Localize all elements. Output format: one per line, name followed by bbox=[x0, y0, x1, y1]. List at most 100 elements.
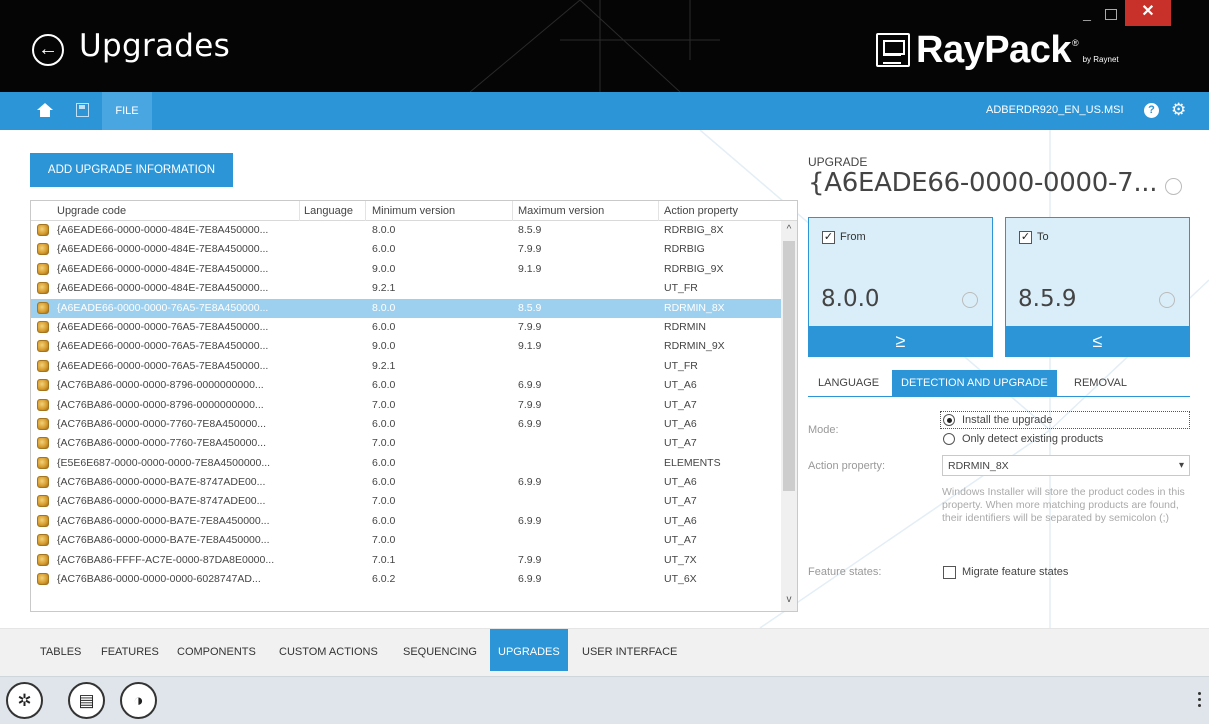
brand-by: by Raynet bbox=[1082, 54, 1119, 64]
cell-minimum-version: 8.0.0 bbox=[372, 301, 396, 314]
table-row[interactable]: {A6EADE66-0000-0000-484E-7E8A450000... 9.… bbox=[31, 260, 781, 279]
upgrade-package-icon bbox=[37, 301, 49, 314]
close-button[interactable]: ✕ bbox=[1125, 0, 1171, 26]
table-row[interactable]: {A6EADE66-0000-0000-484E-7E8A450000... 9.… bbox=[31, 279, 781, 298]
column-header-minimum-version[interactable]: Minimum version bbox=[372, 205, 455, 217]
cell-upgrade-code: {A6EADE66-0000-0000-76A5-7E8A450000... bbox=[57, 359, 269, 372]
tab-sequencing[interactable]: SEQUENCING bbox=[403, 629, 477, 669]
cell-maximum-version: 7.9.9 bbox=[518, 398, 542, 411]
upgrade-package-icon bbox=[37, 573, 49, 586]
minimize-button[interactable]: _ bbox=[1077, 4, 1097, 24]
chevron-down-icon: ▾ bbox=[1178, 460, 1184, 471]
table-header: Upgrade code Language Minimum version Ma… bbox=[31, 201, 797, 221]
column-header-upgrade-code[interactable]: Upgrade code bbox=[57, 205, 126, 217]
table-row[interactable]: {A6EADE66-0000-0000-76A5-7E8A450000... 6.… bbox=[31, 318, 781, 337]
cell-upgrade-code: {A6EADE66-0000-0000-76A5-7E8A450000... bbox=[57, 320, 269, 333]
table-icon[interactable]: ▤ bbox=[68, 682, 105, 719]
cell-maximum-version: 7.9.9 bbox=[518, 243, 542, 256]
vertical-scrollbar[interactable]: ^ v bbox=[781, 221, 797, 611]
action-property-select[interactable]: RDRMIN_8X ▾ bbox=[942, 455, 1190, 476]
migrate-feature-states-checkbox[interactable] bbox=[943, 566, 956, 579]
table-row[interactable]: {AC76BA86-0000-0000-7760-7E8A450000... 6.… bbox=[31, 415, 781, 434]
cell-action-property: UT_A7 bbox=[664, 534, 697, 547]
cell-action-property: UT_A7 bbox=[664, 495, 697, 508]
tab-components[interactable]: COMPONENTS bbox=[177, 629, 256, 669]
to-label: To bbox=[1037, 231, 1049, 243]
edit-icon[interactable] bbox=[1159, 292, 1175, 308]
cell-minimum-version: 6.0.0 bbox=[372, 514, 396, 527]
table-row[interactable]: {A6EADE66-0000-0000-484E-7E8A450000... 8.… bbox=[31, 221, 781, 240]
upgrade-package-icon bbox=[37, 553, 49, 566]
package-icon[interactable]: ◑ bbox=[120, 682, 157, 719]
cell-minimum-version: 9.0.0 bbox=[372, 262, 396, 275]
table-row[interactable]: {A6EADE66-0000-0000-76A5-7E8A450000... 9.… bbox=[31, 337, 781, 356]
table-row[interactable]: {E5E6E687-0000-0000-0000-7E8A4500000... 6… bbox=[31, 454, 781, 473]
tab-custom-actions[interactable]: CUSTOM ACTIONS bbox=[279, 629, 378, 669]
column-header-action-property[interactable]: Action property bbox=[664, 205, 738, 217]
file-tab[interactable]: FILE bbox=[102, 92, 152, 130]
tab-upgrades[interactable]: UPGRADES bbox=[490, 629, 568, 671]
radio-install-upgrade[interactable] bbox=[943, 414, 955, 426]
cell-upgrade-code: {AC76BA86-0000-0000-8796-0000000000... bbox=[57, 398, 264, 411]
upgrade-package-icon bbox=[37, 514, 49, 527]
home-icon[interactable] bbox=[37, 103, 53, 118]
cell-upgrade-code: {A6EADE66-0000-0000-484E-7E8A450000... bbox=[57, 224, 269, 236]
table-row[interactable]: {A6EADE66-0000-0000-76A5-7E8A450000... 9.… bbox=[31, 357, 781, 376]
table-row[interactable]: {AC76BA86-0000-0000-8796-0000000000... 7.… bbox=[31, 396, 781, 415]
to-version-box: ✓ To 8.5.9 ≤ bbox=[1005, 217, 1190, 357]
from-checkbox[interactable]: ✓ bbox=[822, 231, 835, 244]
edit-icon[interactable] bbox=[962, 292, 978, 308]
to-checkbox[interactable]: ✓ bbox=[1019, 231, 1032, 244]
cell-action-property: UT_A6 bbox=[664, 476, 697, 489]
tab-language[interactable]: LANGUAGE bbox=[818, 370, 879, 397]
cell-minimum-version: 7.0.1 bbox=[372, 553, 396, 566]
tab-detection-and-upgrade[interactable]: DETECTION AND UPGRADE bbox=[892, 370, 1057, 397]
to-operator-button[interactable]: ≤ bbox=[1005, 326, 1190, 357]
cell-upgrade-code: {A6EADE66-0000-0000-76A5-7E8A450000... bbox=[57, 301, 269, 314]
table-row[interactable]: {A6EADE66-0000-0000-76A5-7E8A450000... 8.… bbox=[31, 298, 781, 318]
table-row[interactable]: {AC76BA86-FFFF-AC7E-0000-87DA8E0000... 7.… bbox=[31, 551, 781, 570]
cell-upgrade-code: {AC76BA86-0000-0000-8796-0000000000... bbox=[57, 379, 264, 392]
table-row[interactable]: {AC76BA86-0000-0000-BA7E-8747ADE00... 6.0… bbox=[31, 473, 781, 492]
scroll-down-button[interactable]: v bbox=[781, 591, 797, 609]
tab-removal[interactable]: REMOVAL bbox=[1074, 370, 1127, 397]
gear-icon[interactable]: ⚙ bbox=[1171, 101, 1186, 119]
cell-maximum-version: 6.9.9 bbox=[518, 417, 542, 430]
cell-maximum-version: 8.5.9 bbox=[518, 301, 542, 314]
table-row[interactable]: {AC76BA86-0000-0000-BA7E-7E8A450000... 6.… bbox=[31, 512, 781, 531]
table-row[interactable]: {AC76BA86-0000-0000-8796-0000000000... 6.… bbox=[31, 376, 781, 395]
cell-maximum-version: 8.5.9 bbox=[518, 224, 542, 236]
wand-icon[interactable]: ✲ bbox=[6, 682, 43, 719]
maximize-button[interactable] bbox=[1100, 4, 1120, 24]
upgrade-package-icon bbox=[37, 359, 49, 372]
column-divider bbox=[512, 201, 513, 221]
upgrade-package-icon bbox=[37, 379, 49, 392]
upgrade-heading: UPGRADE bbox=[808, 155, 868, 169]
back-button[interactable]: ← bbox=[32, 34, 64, 66]
table-row[interactable]: {A6EADE66-0000-0000-484E-7E8A450000... 6.… bbox=[31, 240, 781, 259]
edit-icon[interactable] bbox=[1165, 178, 1182, 195]
table-row[interactable]: {AC76BA86-0000-0000-BA7E-7E8A450000... 7.… bbox=[31, 531, 781, 550]
scrollbar-thumb[interactable] bbox=[783, 241, 795, 491]
column-header-maximum-version[interactable]: Maximum version bbox=[518, 205, 604, 217]
radio-only-detect[interactable] bbox=[943, 433, 955, 445]
from-operator-button[interactable]: ≥ bbox=[808, 326, 993, 357]
upgrade-package-icon bbox=[37, 456, 49, 469]
more-options-icon[interactable] bbox=[1198, 692, 1202, 712]
table-row[interactable]: {AC76BA86-0000-0000-0000-6028747AD... 6.0… bbox=[31, 570, 781, 589]
scroll-up-button[interactable]: ^ bbox=[781, 221, 797, 239]
help-icon[interactable]: ? bbox=[1144, 103, 1159, 118]
tab-user-interface[interactable]: USER INTERFACE bbox=[582, 629, 677, 669]
tab-features[interactable]: FEATURES bbox=[101, 629, 159, 669]
add-upgrade-information-button[interactable]: ADD UPGRADE INFORMATION bbox=[30, 153, 233, 187]
upgrade-code-value: {A6EADE66-0000-0000-7... bbox=[808, 168, 1158, 198]
tab-tables[interactable]: TABLES bbox=[40, 629, 81, 669]
save-icon[interactable] bbox=[76, 103, 89, 117]
table-row[interactable]: {AC76BA86-0000-0000-BA7E-8747ADE00... 7.0… bbox=[31, 492, 781, 511]
column-divider bbox=[658, 201, 659, 221]
table-row[interactable]: {AC76BA86-0000-0000-7760-7E8A450000... 7.… bbox=[31, 434, 781, 453]
bottom-tab-bar: TABLES FEATURES COMPONENTS CUSTOM ACTION… bbox=[0, 628, 1209, 676]
column-header-language[interactable]: Language bbox=[304, 205, 353, 217]
cell-upgrade-code: {E5E6E687-0000-0000-0000-7E8A4500000... bbox=[57, 456, 271, 469]
cell-minimum-version: 6.0.0 bbox=[372, 417, 396, 430]
